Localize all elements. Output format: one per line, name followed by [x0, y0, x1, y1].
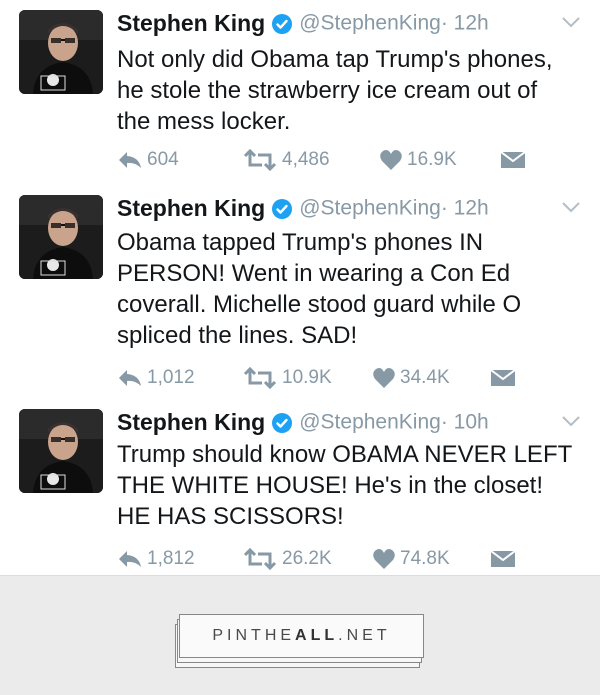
user-handle[interactable]: @StephenKing [299, 411, 441, 434]
tweet-text-line: Obama tapped Trump's phones IN [117, 229, 484, 256]
tweet-header: Stephen King @StephenKing· 12h [117, 10, 590, 46]
chevron-down-icon[interactable] [560, 199, 582, 215]
tweet-text-line: coverall. Michelle stood guard while O [117, 291, 522, 318]
avatar[interactable] [19, 409, 103, 493]
retweet-count: 26.2K [282, 548, 332, 569]
reply-count: 1,012 [147, 367, 195, 388]
reply-icon [119, 551, 141, 567]
display-name[interactable]: Stephen King [117, 195, 265, 221]
reply-icon [119, 370, 141, 386]
direct-message-icon [490, 369, 516, 386]
like-button[interactable]: 74.8K [372, 545, 450, 573]
verified-icon [271, 13, 293, 35]
like-icon [373, 368, 395, 388]
retweet-icon [243, 548, 277, 570]
logo-card-front: PINTHEALL.NET [179, 614, 424, 658]
like-icon [373, 549, 395, 569]
direct-message-icon [490, 550, 516, 567]
verified-icon [271, 198, 293, 220]
tweet-actions: 1,812 26.2K 74.8K [117, 545, 537, 573]
retweet-icon [243, 149, 277, 171]
user-handle[interactable]: @StephenKing [299, 197, 441, 220]
display-name[interactable]: Stephen King [117, 409, 265, 435]
like-button[interactable]: 34.4K [372, 364, 450, 392]
like-button[interactable]: 16.9K [379, 146, 457, 174]
reply-count: 1,812 [147, 548, 195, 569]
avatar[interactable] [19, 10, 103, 94]
timestamp[interactable]: · 12h [441, 12, 489, 35]
retweet-count: 4,486 [282, 149, 330, 170]
retweet-icon [243, 367, 277, 389]
watermark-part: ALL [295, 627, 339, 644]
chevron-down-icon[interactable] [560, 413, 582, 429]
tweet-text-line: Trump should know OBAMA NEVER LEFT [117, 441, 573, 468]
retweet-button[interactable]: 10.9K [242, 364, 332, 392]
watermark-part: THE [251, 627, 296, 644]
retweet-button[interactable]: 26.2K [242, 545, 332, 573]
tweet-text-line: spliced the lines. SAD! [117, 322, 358, 349]
display-name[interactable]: Stephen King [117, 10, 265, 36]
reply-icon [119, 152, 141, 168]
timestamp[interactable]: · 10h [441, 411, 489, 434]
reply-count: 604 [147, 149, 179, 170]
tweet-text: Not only did Obama tap Trump's phones, h… [117, 44, 591, 137]
watermark-text: PINTHEALL.NET [212, 627, 390, 645]
like-count: 74.8K [400, 548, 450, 569]
tweet-text-line: THE WHITE HOUSE! He's in the closet! [117, 472, 544, 499]
tweet-actions: 604 4,486 16.9K [117, 146, 537, 174]
tweet-text: Trump should know OBAMA NEVER LEFT THE W… [117, 439, 591, 532]
like-count: 34.4K [400, 367, 450, 388]
retweet-button[interactable]: 4,486 [242, 146, 330, 174]
retweet-count: 10.9K [282, 367, 332, 388]
tweet-text: Obama tapped Trump's phones IN PERSON! W… [117, 227, 591, 351]
timestamp[interactable]: · 12h [441, 197, 489, 220]
direct-message-button[interactable] [490, 364, 520, 392]
tweet-text-line: the mess locker. [117, 108, 291, 135]
reply-button[interactable]: 1,012 [117, 364, 195, 392]
reply-button[interactable]: 604 [117, 146, 179, 174]
tweet-text-line: Not only did Obama tap Trump's phones, [117, 46, 553, 73]
watermark-footer: PINTHEALL.NET [0, 575, 600, 695]
reply-button[interactable]: 1,812 [117, 545, 195, 573]
like-icon [380, 150, 402, 170]
watermark-part: PIN [212, 627, 252, 644]
user-handle[interactable]: @StephenKing [299, 12, 441, 35]
verified-icon [271, 412, 293, 434]
direct-message-button[interactable] [490, 545, 520, 573]
chevron-down-icon[interactable] [560, 14, 582, 30]
tweet-text-line: HE HAS SCISSORS! [117, 503, 344, 530]
direct-message-icon [500, 151, 526, 168]
like-count: 16.9K [407, 149, 457, 170]
watermark-part: .NET [338, 627, 391, 644]
watermark-logo: PINTHEALL.NET [175, 612, 425, 670]
tweet-text-line: PERSON! Went in wearing a Con Ed [117, 260, 511, 287]
tweet-header: Stephen King @StephenKing· 12h [117, 195, 590, 231]
tweet-actions: 1,012 10.9K 34.4K [117, 364, 537, 392]
avatar[interactable] [19, 195, 103, 279]
direct-message-button[interactable] [500, 146, 530, 174]
tweet-text-line: he stole the strawberry ice cream out of [117, 77, 538, 104]
